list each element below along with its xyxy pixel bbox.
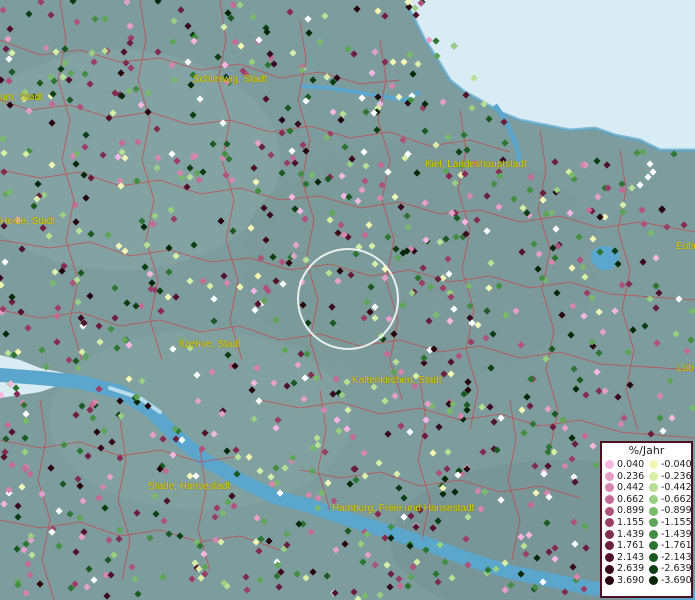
legend-title: %/Jahr [628, 444, 665, 457]
legend-row: 1.439 -1.439 [602, 528, 692, 541]
legend-value: -0.662 [661, 493, 692, 505]
legend-swatch [605, 576, 614, 586]
legend-value: 1.761 [617, 540, 645, 552]
legend-swatch [605, 564, 614, 574]
legend-swatch [605, 483, 614, 493]
legend-swatch [649, 495, 658, 505]
legend-value: 1.439 [617, 528, 645, 540]
place-label: Hamburg, Freie und Hansestadt [332, 503, 475, 514]
legend-entry-negative: -0.040 [646, 459, 692, 471]
legend-rows: 0.040 -0.040 0.236 -0.236 0.442 -0.442 0.662 -0… [602, 459, 692, 587]
legend-swatch [605, 495, 614, 505]
legend-value: 1.155 [617, 516, 645, 528]
legend-row: 2.143 -2.143 [602, 551, 692, 564]
place-label: um, Stadt [0, 92, 43, 103]
legend-value: -0.899 [661, 505, 692, 517]
legend-entry-positive: 0.899 [602, 505, 646, 517]
legend-value: 0.899 [617, 505, 645, 517]
legend-entry-positive: 1.155 [602, 517, 646, 529]
legend: %/Jahr 0.040 -0.040 0.236 -0.236 0.442 -0.442… [600, 441, 693, 598]
legend-value: 0.442 [617, 482, 645, 494]
legend-value: 0.040 [617, 459, 645, 470]
legend-swatch [605, 529, 614, 539]
legend-entry-negative: -1.439 [646, 528, 692, 541]
legend-value: -0.040 [661, 459, 692, 470]
legend-row: 0.899 -0.899 [602, 505, 692, 517]
legend-entry-negative: -3.690 [646, 574, 692, 587]
legend-value: 0.662 [617, 493, 645, 505]
legend-entry-negative: -0.236 [646, 470, 692, 483]
legend-value: -1.155 [661, 516, 692, 528]
legend-value: -0.442 [661, 482, 692, 494]
legend-entry-positive: 2.143 [602, 552, 646, 564]
place-label: Itzehoe, Stadt [179, 339, 241, 350]
legend-swatch [649, 541, 658, 551]
legend-value: -2.143 [661, 551, 692, 563]
legend-value: -3.690 [661, 574, 692, 586]
legend-value: -2.639 [661, 563, 692, 575]
legend-row: 1.761 -1.761 [602, 540, 692, 552]
legend-entry-positive: 0.040 [602, 459, 646, 471]
legend-row: 0.442 -0.442 [602, 482, 692, 494]
place-label: Heide, Stadt [0, 216, 56, 227]
legend-row: 0.040 -0.040 [602, 459, 692, 471]
legend-row: 3.690 -3.690 [602, 574, 692, 587]
legend-row: 0.662 -0.662 [602, 493, 692, 506]
legend-row: 2.639 -2.639 [602, 563, 692, 575]
legend-value: 2.639 [617, 563, 645, 575]
legend-entry-negative: -1.761 [646, 540, 692, 552]
legend-swatch [605, 460, 614, 470]
legend-value: 2.143 [617, 551, 645, 563]
legend-swatch [649, 506, 658, 516]
legend-entry-positive: 1.439 [602, 529, 646, 541]
legend-swatch [605, 506, 614, 516]
legend-value: 3.690 [617, 574, 645, 586]
legend-entry-negative: -2.143 [646, 551, 692, 564]
legend-value: -1.439 [661, 528, 692, 540]
legend-swatch [649, 471, 658, 481]
place-label: Stade, Hansestadt [148, 481, 231, 492]
legend-row: 0.236 -0.236 [602, 470, 692, 483]
legend-swatch [605, 541, 614, 551]
place-label: Kaltenkirchen, Stadt [352, 375, 442, 386]
legend-entry-positive: 0.236 [602, 471, 646, 483]
place-label: Eutin [676, 241, 695, 252]
place-label: Lüb [677, 363, 694, 374]
legend-swatch [649, 529, 658, 539]
place-label: Kiel, Landeshauptstadt [425, 159, 527, 170]
legend-swatch [605, 518, 614, 528]
legend-swatch [649, 553, 658, 563]
legend-value: -0.236 [661, 470, 692, 482]
legend-value: 0.236 [617, 470, 645, 482]
legend-swatch [649, 576, 658, 586]
legend-swatch [605, 553, 614, 563]
legend-swatch [649, 483, 658, 493]
legend-swatch [649, 460, 658, 470]
place-label: Schleswig, Stadt [193, 74, 267, 85]
legend-entry-negative: -0.662 [646, 493, 692, 506]
legend-entry-negative: -1.155 [646, 516, 692, 529]
legend-entry-positive: 0.442 [602, 482, 646, 494]
legend-entry-positive: 0.662 [602, 494, 646, 506]
legend-swatch [649, 518, 658, 528]
legend-entry-positive: 1.761 [602, 540, 646, 552]
legend-entry-positive: 2.639 [602, 563, 646, 575]
legend-entry-negative: -0.899 [646, 505, 692, 517]
legend-entry-negative: -0.442 [646, 482, 692, 494]
legend-row: 1.155 -1.155 [602, 516, 692, 529]
legend-entry-negative: -2.639 [646, 563, 692, 575]
legend-entry-positive: 3.690 [602, 575, 646, 587]
legend-swatch [605, 471, 614, 481]
legend-value: -1.761 [661, 540, 692, 552]
legend-swatch [649, 564, 658, 574]
